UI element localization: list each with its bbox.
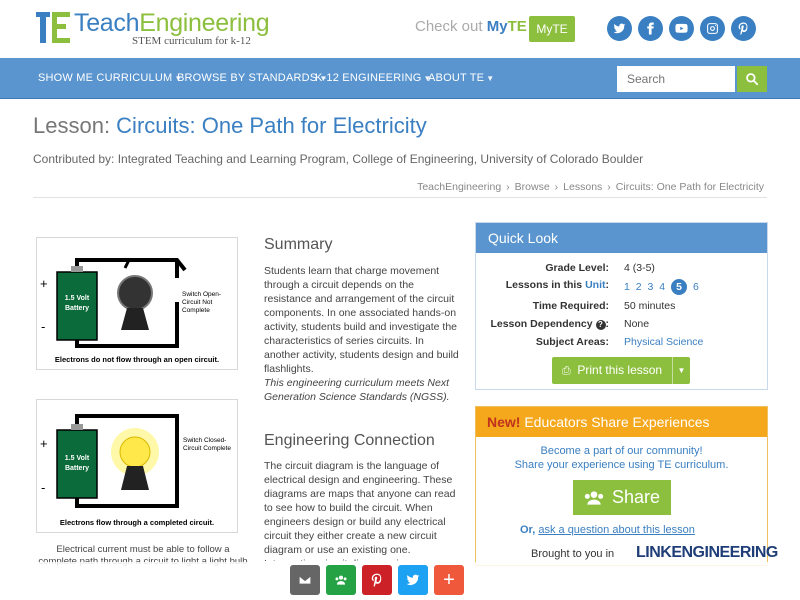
svg-text:Circuit Not: Circuit Not [182,299,213,306]
svg-text:+: + [40,276,48,291]
engineering-connection-text: The circuit diagram is the language of e… [264,460,456,561]
ask-question-link[interactable]: ask a question about this lesson [538,524,695,536]
youtube-icon[interactable] [669,16,694,41]
quick-look-heading: Quick Look [476,223,767,253]
community-line: Become a part of our community! [540,445,703,457]
print-icon: ⎙ [561,365,571,377]
linkengineering-logo[interactable]: LINKENGINEERING [636,544,778,562]
search-button[interactable] [737,66,767,92]
social-links [607,16,756,41]
svg-text:1.5 Volt: 1.5 Volt [65,455,90,462]
email-icon[interactable] [290,565,320,595]
logo-wordmark: TeachEngineering [74,9,270,37]
svg-text:-: - [41,480,45,495]
svg-text:+: + [40,436,48,451]
page-title: Lesson: Circuits: One Path for Electrici… [33,113,427,138]
unit-link[interactable]: Unit [585,279,605,291]
ngss-note: This engineering curriculum meets Next G… [264,377,450,403]
breadcrumb-lessons[interactable]: Lessons [563,181,602,193]
users-icon [584,490,604,505]
engineering-connection-heading: Engineering Connection [264,432,435,449]
lesson-link-3[interactable]: 3 [648,281,654,293]
educators-share-panel: New! Educators Share Experiences Become … [475,406,778,566]
svg-text:Switch Closed-: Switch Closed- [183,437,226,444]
breadcrumb: TeachEngineering › Browse › Lessons › Circuits… [417,181,764,193]
lesson-link-6[interactable]: 6 [693,281,699,293]
facebook-icon[interactable] [638,16,663,41]
svg-text:-: - [41,319,45,334]
battery-label: 1.5 Volt [65,295,90,302]
brought-to-you-text: Brought to you in [531,548,615,560]
search-input[interactable] [617,66,735,92]
lesson-link-1[interactable]: 1 [624,281,630,293]
svg-text:Electrons flow through a compl: Electrons flow through a completed circu… [60,518,214,527]
svg-text:Battery: Battery [65,305,89,312]
twitter-icon[interactable] [398,565,428,595]
myte-button[interactable]: MyTE [529,16,575,42]
contributed-by: Contributed by: Integrated Teaching and … [33,152,644,166]
info-icon[interactable]: ? [595,320,606,330]
chevron-down-icon[interactable]: ▼ [672,357,690,384]
share-button[interactable]: Share [573,480,671,515]
summary-heading: Summary [264,236,333,253]
chevron-right-icon: › [506,181,510,193]
quick-look-panel: Quick Look Grade Level: 4 (3-5) Lessons … [475,222,768,390]
svg-text:Complete: Complete [182,307,210,314]
divider [33,197,767,198]
pinterest-icon[interactable] [362,565,392,595]
lesson-link-4[interactable]: 4 [659,281,665,293]
breadcrumb-current: Circuits: One Path for Electricity [615,181,764,193]
diagram-caption: Electrons do not flow through an open ci… [55,355,219,364]
nav-show-me-curriculum[interactable]: SHOW ME CURRICULUM ▼ [38,72,183,84]
chevron-right-icon: › [554,181,559,193]
twitter-icon[interactable] [607,16,632,41]
instagram-icon[interactable] [700,16,725,41]
top-header: TeachEngineering STEM curriculum for k-1… [0,0,800,58]
google-classroom-icon[interactable] [326,565,356,595]
chevron-down-icon: ▼ [486,74,495,83]
more-icon[interactable]: + [434,565,464,595]
search-icon [746,73,759,86]
myte-brand: MyTE [486,18,527,35]
switch-label: Switch Open- [182,291,221,298]
educators-share-heading: New! Educators Share Experiences [476,407,767,437]
floating-share-buttons: + [290,565,464,595]
ask-question-line: Or, ask a question about this lesson [520,524,695,536]
nav-browse-by-standards[interactable]: BROWSE BY STANDARDS ▼ [177,72,327,84]
closed-circuit-diagram: + - 1.5 Volt Battery Switch Closed- Circ… [36,399,238,533]
summary-text: Students learn that charge movement thro… [264,265,459,403]
logo-tagline: STEM curriculum for k-12 [132,35,251,47]
lesson-link-2[interactable]: 2 [636,281,642,293]
teachengineering-logo[interactable]: TeachEngineering STEM curriculum for k-1… [36,9,270,50]
lesson-current-5: 5 [671,279,688,295]
subject-link[interactable]: Physical Science [624,336,703,348]
open-circuit-diagram: + - 1.5 Volt Battery Switch Open- Circui… [36,237,238,370]
breadcrumb-browse[interactable]: Browse [515,181,550,193]
logo-mark-icon [36,10,70,44]
nav-k12-engineering[interactable]: K-12 ENGINEERING ▼ [315,72,432,84]
chevron-right-icon: › [607,181,611,193]
pinterest-icon[interactable] [731,16,756,41]
nav-about-te[interactable]: ABOUT TE ▼ [428,72,494,84]
checkout-myte-text: Check out MyTE [415,18,527,35]
svg-text:Battery: Battery [65,465,89,472]
breadcrumb-teachengineering[interactable]: TeachEngineering [417,181,501,193]
print-lesson-button[interactable]: ⎙ Print this lesson ▼ [552,357,690,384]
share-experience-line: Share your experience using TE curriculu… [514,459,729,471]
svg-text:Circuit Complete: Circuit Complete [183,445,231,452]
